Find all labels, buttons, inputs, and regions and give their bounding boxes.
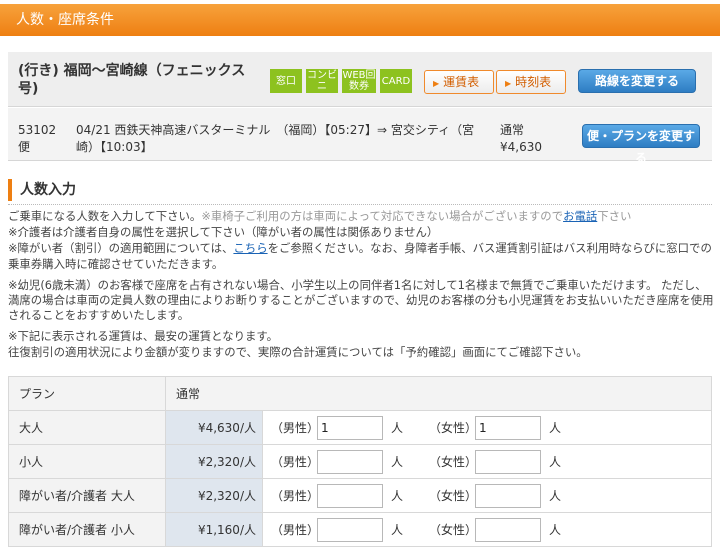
row-price: ¥2,320/人 bbox=[165, 444, 263, 479]
note-5: ※下記に表示される運賃は、最安の運賃となります。 往復割引の適用状況により金額が… bbox=[8, 329, 588, 359]
note-3: ※障がい者（割引）の適用範囲については、こちらをご参照ください。なお、身障者手帳… bbox=[8, 241, 712, 271]
notes: ご乗車になる人数を入力して下さい。※車椅子ご利用の方は車両によって対応できない場… bbox=[8, 209, 714, 366]
table-row: 障がい者/介護者 小人 ¥1,160/人 （男性） 人 （女性） 人 bbox=[8, 512, 712, 547]
unit-label: 人 bbox=[391, 523, 404, 537]
unit-label: 人 bbox=[391, 489, 404, 503]
disabled-adult-female-input[interactable] bbox=[475, 483, 541, 508]
schedule-row: 53102便 04/21 西鉄天神高速バスターミナル （福岡）【05:27】⇒ … bbox=[8, 108, 712, 165]
adult-female-input[interactable]: 1 bbox=[475, 415, 541, 440]
female-label: （女性） bbox=[429, 523, 478, 537]
route-bar: (行き) 福岡～宮崎線（フェニックス号) 窓口 コンビニ WEB回数券 CARD… bbox=[8, 52, 712, 107]
timetable-button[interactable]: ▶ 時刻表 bbox=[496, 70, 566, 94]
section-divider bbox=[8, 204, 712, 205]
unit-label: 人 bbox=[549, 455, 562, 469]
tag-web-coupon: WEB回数券 bbox=[342, 69, 376, 93]
unit-label: 人 bbox=[549, 421, 562, 435]
note-2: ※介護者は介護者自身の属性を選択して下さい（障がい者の属性は関係ありません） bbox=[8, 225, 439, 240]
trip-detail: 04/21 西鉄天神高速バスターミナル （福岡）【05:27】⇒ 宮交シティ（宮… bbox=[76, 123, 475, 154]
row-price: ¥1,160/人 bbox=[165, 512, 263, 547]
row-price: ¥4,630/人 bbox=[165, 410, 263, 445]
change-route-button[interactable]: 路線を変更する bbox=[578, 69, 696, 93]
row-label: 小人 bbox=[8, 444, 166, 479]
table-row: 小人 ¥2,320/人 （男性） 人 （女性） 人 bbox=[8, 444, 712, 479]
section-title: 人数入力 bbox=[8, 179, 76, 201]
row-label: 大人 bbox=[8, 410, 166, 445]
fare-info: 通常 ¥4,630 bbox=[500, 122, 580, 156]
fare-table-button[interactable]: ▶ 運賃表 bbox=[424, 70, 494, 94]
tag-card: CARD bbox=[380, 69, 412, 93]
unit-label: 人 bbox=[549, 489, 562, 503]
male-label: （男性） bbox=[271, 523, 320, 537]
tag-convenience: コンビニ bbox=[306, 69, 338, 93]
disabled-child-male-input[interactable] bbox=[317, 517, 383, 542]
table-row: 大人 ¥4,630/人 （男性） 1 人 （女性） 1 人 bbox=[8, 410, 712, 445]
unit-label: 人 bbox=[391, 421, 404, 435]
disabled-child-female-input[interactable] bbox=[475, 517, 541, 542]
male-label: （男性） bbox=[271, 455, 320, 469]
male-label: （男性） bbox=[271, 421, 320, 435]
fare-type-header: 通常 bbox=[165, 376, 712, 411]
child-male-input[interactable] bbox=[317, 449, 383, 474]
female-label: （女性） bbox=[429, 489, 478, 503]
female-label: （女性） bbox=[429, 455, 478, 469]
route-name: (行き) 福岡～宮崎線（フェニックス号) bbox=[18, 63, 246, 97]
row-label: 障がい者/介護者 大人 bbox=[8, 478, 166, 513]
tag-window: 窓口 bbox=[270, 69, 302, 93]
page-header: 人数・座席条件 bbox=[0, 4, 720, 36]
row-label: 障がい者/介護者 小人 bbox=[8, 512, 166, 547]
unit-label: 人 bbox=[391, 455, 404, 469]
disabled-adult-male-input[interactable] bbox=[317, 483, 383, 508]
page-title: 人数・座席条件 bbox=[16, 12, 114, 28]
fare-type: 通常 bbox=[500, 123, 525, 137]
bus-number: 53102便 bbox=[18, 123, 57, 154]
table-header: プラン 通常 bbox=[8, 376, 712, 411]
discount-info-link[interactable]: こちら bbox=[233, 241, 267, 255]
adult-male-input[interactable]: 1 bbox=[317, 415, 383, 440]
male-label: （男性） bbox=[271, 489, 320, 503]
change-plan-button[interactable]: 便・プランを変更する bbox=[582, 124, 700, 165]
plan-header: プラン bbox=[8, 376, 166, 411]
phone-link[interactable]: お電話 bbox=[563, 209, 597, 223]
child-female-input[interactable] bbox=[475, 449, 541, 474]
arrow-right-icon: ▶ bbox=[505, 79, 512, 88]
note-4: ※幼児(6歳未満）のお客様で座席を占有されない場合、小学生以上の同伴者1名に対し… bbox=[8, 277, 714, 323]
arrow-right-icon: ▶ bbox=[433, 79, 440, 88]
note-1: ご乗車になる人数を入力して下さい。※車椅子ご利用の方は車両によって対応できない場… bbox=[8, 209, 632, 223]
passenger-table: プラン 通常 大人 ¥4,630/人 （男性） 1 人 （女性） 1 人 小人 … bbox=[8, 376, 712, 547]
unit-label: 人 bbox=[549, 523, 562, 537]
female-label: （女性） bbox=[429, 421, 478, 435]
table-row: 障がい者/介護者 大人 ¥2,320/人 （男性） 人 （女性） 人 bbox=[8, 478, 712, 513]
fare-amount: ¥4,630 bbox=[500, 140, 542, 154]
row-price: ¥2,320/人 bbox=[165, 478, 263, 513]
